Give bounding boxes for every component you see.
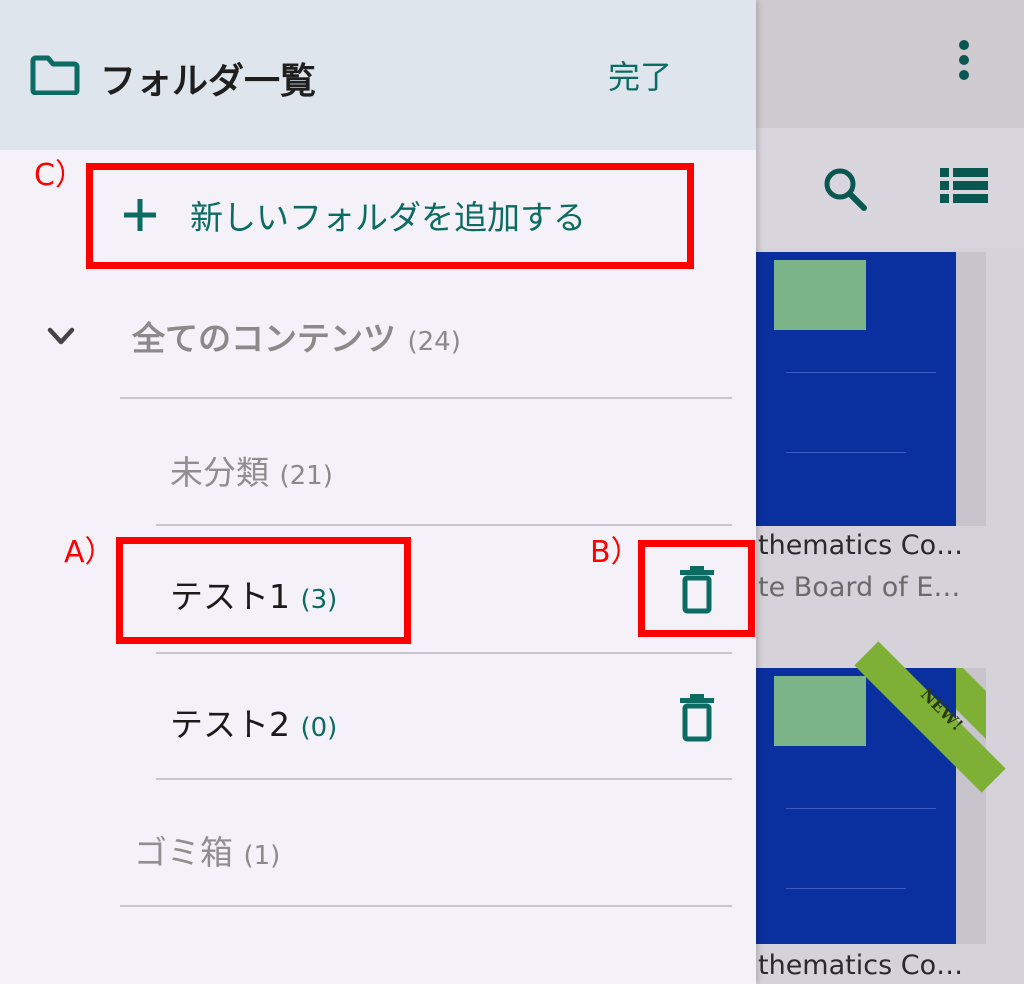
- chevron-down-icon[interactable]: [46, 326, 76, 348]
- folder-trash-label: ゴミ箱: [134, 833, 233, 872]
- folder-all-contents[interactable]: 全てのコンテンツ (24): [132, 312, 461, 360]
- annotation-label-b: B）: [590, 535, 641, 570]
- book-label: [774, 676, 866, 746]
- folder-uncategorized-label: 未分類: [170, 453, 269, 492]
- book-cover-1[interactable]: [756, 252, 956, 526]
- divider: [120, 905, 732, 907]
- book1-subtitle: te Board of E…: [758, 572, 961, 603]
- annotation-label-a: A）: [64, 535, 115, 570]
- divider: [120, 397, 732, 399]
- page-title: フォルダ一覧: [100, 61, 317, 102]
- folder-trash[interactable]: ゴミ箱 (1): [134, 826, 280, 874]
- annotation-label-c: C）: [34, 158, 85, 193]
- book-label: [774, 260, 866, 330]
- divider: [156, 524, 732, 526]
- book1-title: thematics Co…: [758, 530, 964, 561]
- folder-item-count: (0): [300, 713, 338, 743]
- divider: [156, 652, 732, 654]
- divider: [156, 778, 732, 780]
- folder-icon: [30, 55, 80, 95]
- done-button[interactable]: 完了: [608, 52, 672, 98]
- trash-icon[interactable]: [678, 694, 716, 742]
- folder-drawer: フォルダ一覧 完了 新しいフォルダを追加する 全てのコンテンツ (24) 未分類…: [0, 0, 756, 984]
- highlight-folder-item: [116, 537, 411, 644]
- search-icon[interactable]: [820, 164, 868, 212]
- folder-item-label: テスト2: [170, 705, 290, 744]
- drawer-header: フォルダ一覧 完了: [0, 0, 756, 150]
- more-vert-icon[interactable]: [948, 40, 980, 88]
- folder-item-test2[interactable]: テスト2 (0): [170, 698, 337, 746]
- folder-uncategorized[interactable]: 未分類 (21): [170, 446, 333, 494]
- list-view-icon[interactable]: [940, 166, 988, 206]
- folder-all-count: (24): [407, 327, 461, 357]
- folder-uncategorized-count: (21): [279, 461, 333, 491]
- highlight-trash-icon: [638, 540, 755, 637]
- folder-trash-count: (1): [243, 841, 281, 871]
- highlight-add-folder: [86, 163, 694, 269]
- book2-title: thematics Co…: [758, 950, 964, 981]
- folder-all-label: 全てのコンテンツ: [132, 319, 396, 358]
